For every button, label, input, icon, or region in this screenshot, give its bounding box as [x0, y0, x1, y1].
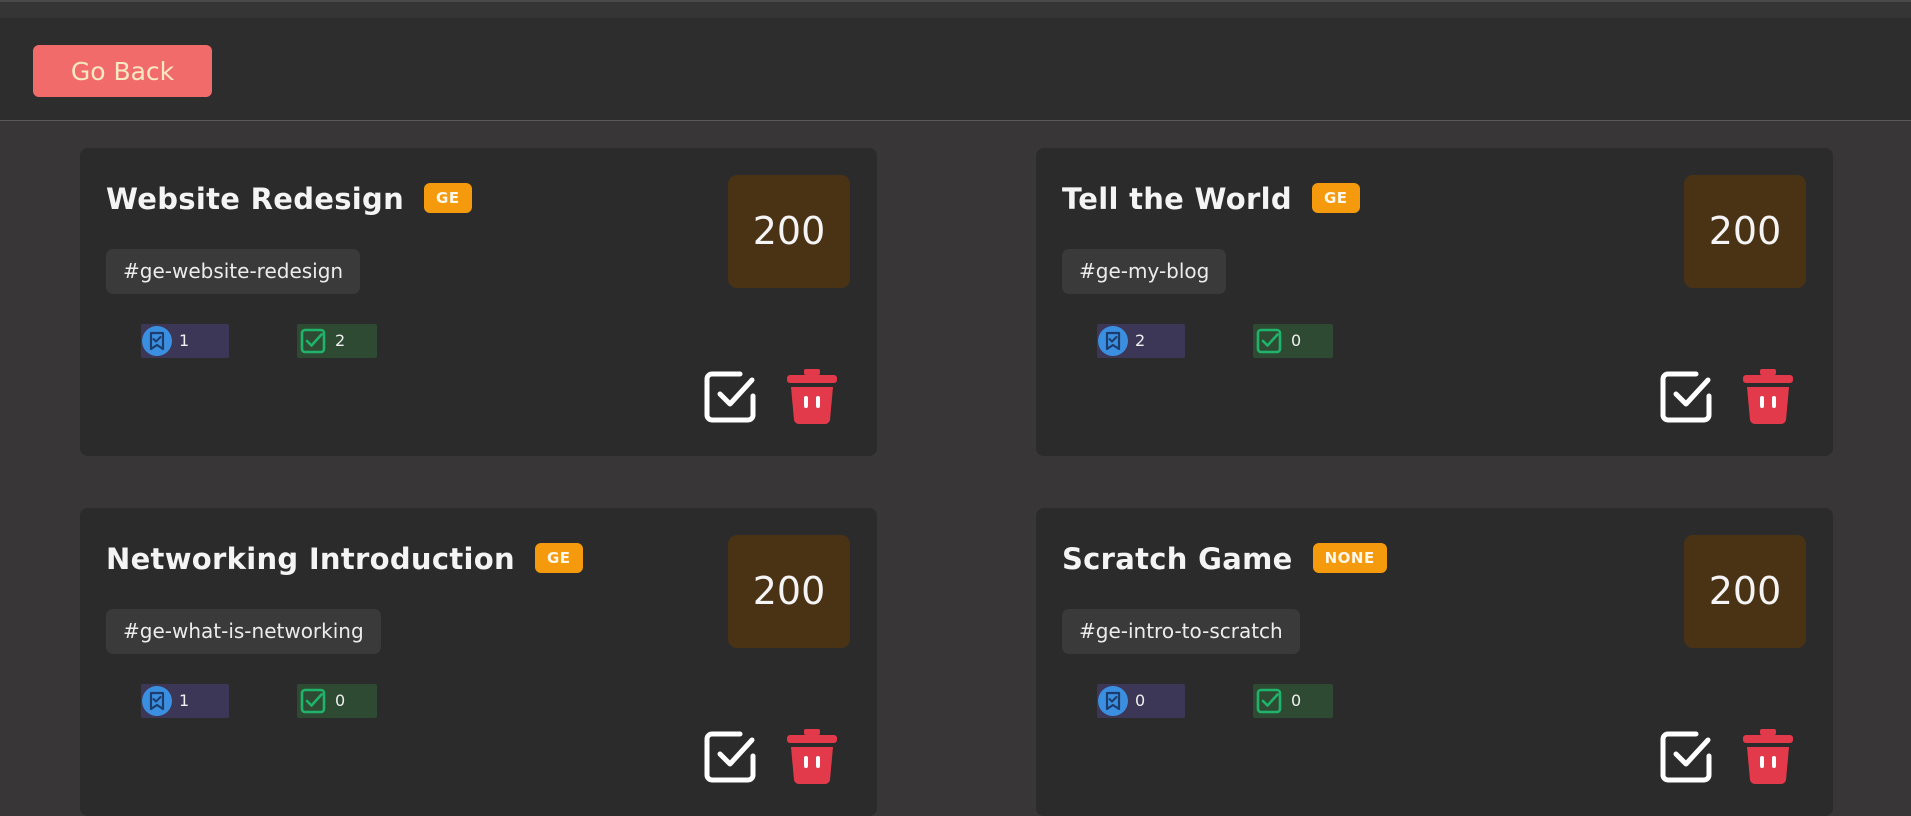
mark-complete-button[interactable]: [702, 368, 760, 426]
points-score: 200: [1684, 535, 1806, 648]
points-score: 200: [728, 535, 850, 648]
mark-complete-button[interactable]: [702, 728, 760, 786]
points-score: 200: [1684, 175, 1806, 288]
completed-count: 0: [1253, 324, 1333, 358]
card-title-row: Tell the World GE: [1062, 182, 1360, 216]
channel-tag[interactable]: #ge-intro-to-scratch: [1062, 609, 1300, 654]
channel-tag[interactable]: #ge-what-is-networking: [106, 609, 381, 654]
category-badge: GE: [534, 543, 583, 573]
project-card: Networking Introduction GE #ge-what-is-ne…: [80, 508, 877, 816]
check-square-icon: [300, 328, 326, 354]
project-card: Tell the World GE #ge-my-blog 200 2 0: [1036, 148, 1833, 456]
card-title-row: Networking Introduction GE: [106, 542, 583, 576]
delete-button[interactable]: [1739, 728, 1797, 786]
completed-count: 0: [1253, 684, 1333, 718]
go-back-button[interactable]: Go Back: [33, 45, 212, 97]
check-square-icon: [1256, 688, 1282, 714]
completed-count: 0: [297, 684, 377, 718]
top-edge: [0, 2, 1911, 18]
card-title: Networking Introduction: [106, 542, 515, 576]
completed-count-value: 0: [335, 691, 346, 710]
channel-tag[interactable]: #ge-my-blog: [1062, 249, 1227, 294]
mark-complete-button[interactable]: [1658, 728, 1716, 786]
card-title: Tell the World: [1062, 182, 1292, 216]
category-badge: GE: [424, 183, 472, 213]
card-title-row: Scratch Game NONE: [1062, 542, 1387, 576]
bookmark-icon: [142, 686, 172, 716]
bookmark-count: 2: [1097, 324, 1185, 358]
bookmark-count-value: 2: [1135, 331, 1146, 350]
top-bar: Go Back: [0, 0, 1911, 121]
card-title: Scratch Game: [1062, 542, 1293, 576]
bookmark-icon: [1098, 686, 1128, 716]
channel-tag[interactable]: #ge-website-redesign: [106, 249, 361, 294]
bookmark-count-value: 1: [179, 331, 190, 350]
points-score: 200: [728, 175, 850, 288]
bookmark-count-value: 0: [1135, 691, 1146, 710]
bookmark-icon: [142, 326, 172, 356]
card-title-row: Website Redesign GE: [106, 182, 472, 216]
project-card: Website Redesign GE #ge-website-redesign …: [80, 148, 877, 456]
category-badge: GE: [1311, 183, 1360, 213]
completed-count-value: 0: [1291, 331, 1302, 350]
delete-button[interactable]: [783, 728, 841, 786]
mark-complete-button[interactable]: [1658, 368, 1716, 426]
completed-count-value: 2: [335, 331, 346, 350]
bookmark-count: 1: [141, 684, 229, 718]
check-square-icon: [1256, 328, 1282, 354]
card-title: Website Redesign: [106, 182, 405, 216]
completed-count: 2: [297, 324, 377, 358]
check-square-icon: [300, 688, 326, 714]
bookmark-icon: [1098, 326, 1128, 356]
bookmark-count-value: 1: [179, 691, 190, 710]
bookmark-count: 1: [141, 324, 229, 358]
bookmark-count: 0: [1097, 684, 1185, 718]
delete-button[interactable]: [1739, 368, 1797, 426]
completed-count-value: 0: [1291, 691, 1302, 710]
category-badge: NONE: [1312, 543, 1387, 573]
project-card: Scratch Game NONE #ge-intro-to-scratch 20…: [1036, 508, 1833, 816]
delete-button[interactable]: [783, 368, 841, 426]
